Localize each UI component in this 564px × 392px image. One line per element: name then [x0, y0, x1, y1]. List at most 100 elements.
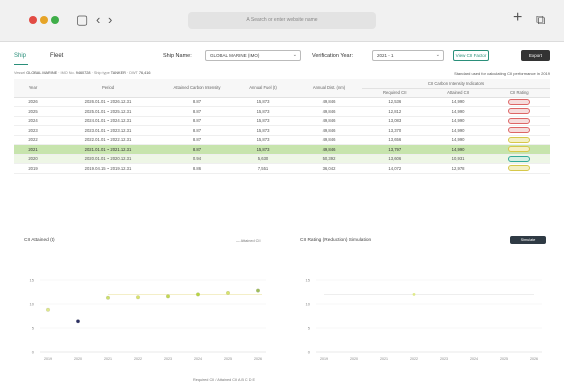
- col-dist: Annual Dist. (nm): [296, 79, 362, 98]
- cell-att: 10,931: [427, 154, 489, 164]
- cell-aci: 8.87: [164, 144, 230, 155]
- table-row[interactable]: 2019 2019.04.15 ~ 2019.12.31 8.86 7,551 36,0…: [14, 163, 550, 174]
- cell-period: 2021.01.01 ~ 2021.12.31: [52, 144, 164, 155]
- x-tick-label: 2024: [470, 357, 478, 361]
- cell-period: 2023.01.01 ~ 2023.12.31: [52, 125, 164, 136]
- cell-fuel: 15,873: [230, 135, 296, 145]
- rating-badge: [508, 136, 531, 143]
- standard-note: Standard used for calculating CII perfor…: [454, 71, 550, 76]
- cell-rating: [488, 116, 550, 126]
- cell-rating: [488, 163, 550, 174]
- rating-badge: [508, 127, 531, 134]
- cell-aci: 8.87: [164, 116, 230, 126]
- rating-badge: [508, 98, 531, 105]
- cell-year: 2025: [14, 106, 52, 117]
- x-tick-label: 2023: [164, 357, 172, 361]
- cell-dist: 50,392: [296, 154, 362, 164]
- x-tick-label: 2022: [410, 357, 418, 361]
- table-row[interactable]: 2023 2023.01.01 ~ 2023.12.31 8.87 15,873 49,…: [14, 125, 550, 136]
- back-icon[interactable]: ‹: [96, 12, 100, 28]
- col-aci: Attained Carbon Intensity: [164, 79, 230, 98]
- tab-overview-icon[interactable]: ⧉: [536, 12, 545, 28]
- sidebar-toggle-icon[interactable]: ▢: [76, 12, 88, 28]
- cell-att: 14,990: [427, 106, 489, 117]
- rating-badge: [508, 146, 531, 153]
- cell-dist: 36,042: [296, 163, 362, 174]
- cell-dist: 49,846: [296, 116, 362, 126]
- new-tab-icon[interactable]: +: [513, 10, 522, 26]
- table-row[interactable]: 2021 2021.01.01 ~ 2021.12.31 8.87 15,873 49,…: [14, 144, 550, 155]
- x-tick-label: 2020: [74, 357, 82, 361]
- cell-year: 2022: [14, 135, 52, 145]
- x-tick-label: 2026: [254, 357, 262, 361]
- table-row[interactable]: 2025 2025.01.01 ~ 2025.12.31 8.87 15,873 49,…: [14, 106, 550, 117]
- table-row[interactable]: 2026 2026.01.01 ~ 2026.12.31 8.87 15,873 49,…: [14, 97, 550, 107]
- cell-fuel: 7,551: [230, 163, 296, 174]
- crumb-value: 9460728: [75, 71, 91, 75]
- cell-year: 2023: [14, 125, 52, 136]
- address-bar[interactable]: A Search or enter website name: [188, 12, 376, 29]
- col-attained-cii: Attained CII: [427, 88, 489, 98]
- cell-period: 2024.01.01 ~ 2024.12.31: [52, 116, 164, 126]
- cell-req: 13,606: [362, 154, 428, 164]
- forward-icon[interactable]: ›: [108, 12, 112, 28]
- x-tick-label: 2023: [440, 357, 448, 361]
- simulate-button[interactable]: Simulate: [510, 236, 546, 244]
- x-tick-label: 2019: [320, 357, 328, 361]
- cell-year: 2021: [14, 144, 52, 155]
- cell-req: 12,812: [362, 106, 428, 117]
- cell-att: 14,990: [427, 135, 489, 145]
- cell-req: 13,797: [362, 144, 428, 155]
- cell-aci: 8.87: [164, 135, 230, 145]
- cell-fuel: 15,873: [230, 144, 296, 155]
- cell-period: 2022.01.01 ~ 2022.12.31: [52, 135, 164, 145]
- cell-aci: 8.87: [164, 106, 230, 117]
- cell-year: 2019: [14, 163, 52, 174]
- y-tick-label: 0: [308, 350, 311, 355]
- table-row[interactable]: 2022 2022.01.01 ~ 2022.12.31 8.87 15,873 49,…: [14, 135, 550, 145]
- cell-dist: 49,846: [296, 97, 362, 107]
- rating-badge: [508, 108, 531, 115]
- crumb-key: DWT: [129, 71, 138, 75]
- data-point: [226, 291, 230, 295]
- x-tick-label: 2026: [530, 357, 538, 361]
- year-value: 2021 - 1: [377, 53, 394, 58]
- rating-badge: [508, 117, 531, 124]
- table-row[interactable]: 2024 2024.01.01 ~ 2024.12.31 8.87 15,873 49,…: [14, 116, 550, 126]
- cell-aci: 0.94: [164, 154, 230, 164]
- app-content: Ship Fleet Ship Name: GLOBAL MARINE (IMO…: [0, 42, 564, 392]
- cell-dist: 49,846: [296, 106, 362, 117]
- data-point: [196, 292, 200, 297]
- x-tick-label: 2025: [224, 357, 232, 361]
- col-cii-rating: CII Rating: [488, 88, 550, 98]
- cell-att: 12,978: [427, 163, 489, 174]
- cell-dist: 49,846: [296, 135, 362, 145]
- cell-req: 13,370: [362, 125, 428, 136]
- cell-att: 14,990: [427, 125, 489, 136]
- maximize-window-icon[interactable]: [51, 16, 59, 24]
- x-tick-label: 2025: [500, 357, 508, 361]
- ship-name-select[interactable]: GLOBAL MARINE (IMO) ⌄: [205, 50, 301, 61]
- cell-aci: 8.87: [164, 97, 230, 107]
- crumb-key: IMO No.: [60, 71, 75, 75]
- cell-att: 14,990: [427, 97, 489, 107]
- data-point: [166, 294, 170, 299]
- cell-att: 14,990: [427, 144, 489, 155]
- year-select[interactable]: 2021 - 1 ⌄: [372, 50, 444, 61]
- cell-rating: [488, 135, 550, 145]
- close-window-icon[interactable]: [29, 16, 37, 24]
- tab-fleet[interactable]: Fleet: [50, 48, 63, 64]
- data-point: [136, 295, 140, 300]
- cell-req: 14,072: [362, 163, 428, 174]
- minimize-window-icon[interactable]: [40, 16, 48, 24]
- cell-req: 12,536: [362, 97, 428, 107]
- chevron-down-icon: ⌄: [292, 52, 297, 58]
- col-group-cii: CII Carbon Intensity Indicators: [362, 79, 550, 89]
- cell-rating: [488, 106, 550, 117]
- view-cii-factor-button[interactable]: View CII Factor: [453, 50, 489, 61]
- export-button[interactable]: Export: [521, 50, 550, 61]
- table-row[interactable]: 2020 2020.01.01 ~ 2020.12.31 0.94 5,630 50,3…: [14, 154, 550, 164]
- data-point: [76, 319, 80, 324]
- x-tick-label: 2022: [134, 357, 142, 361]
- tab-ship[interactable]: Ship: [14, 48, 28, 65]
